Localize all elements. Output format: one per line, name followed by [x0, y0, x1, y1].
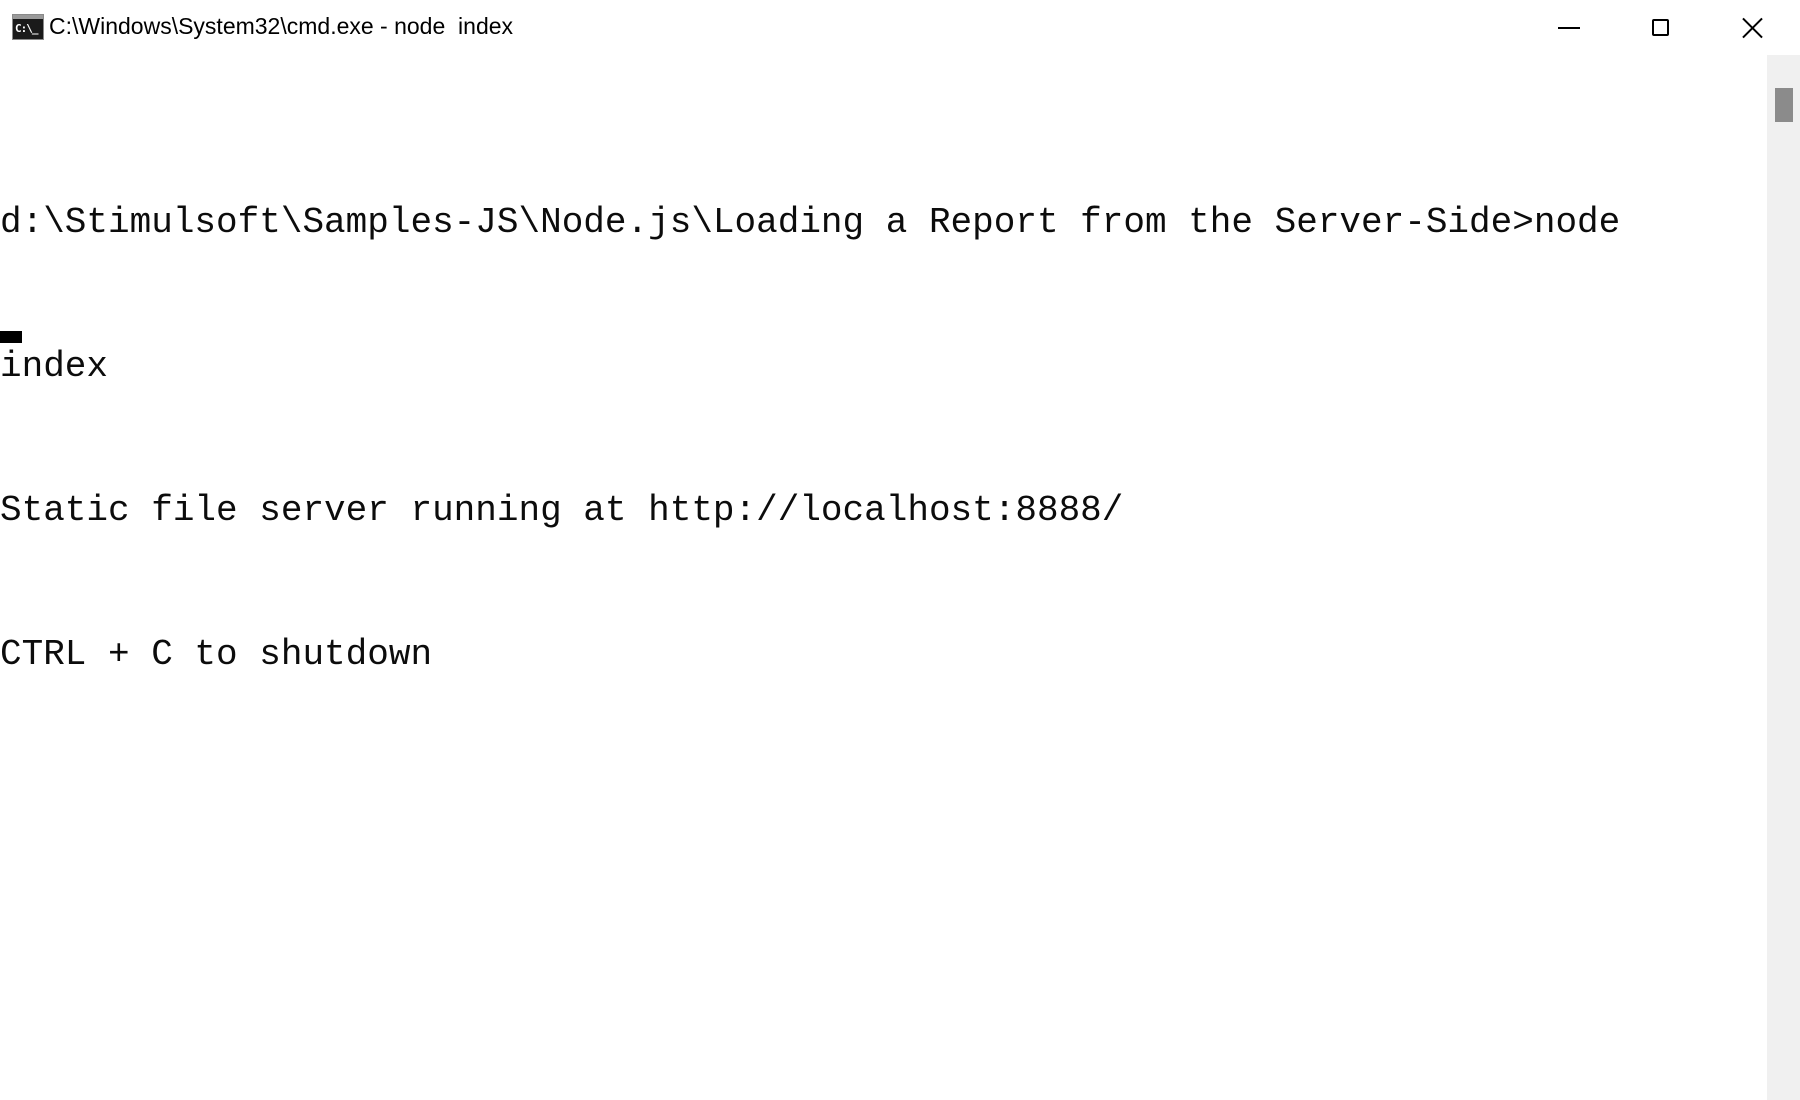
cmd-icon[interactable]: C:\_: [12, 14, 44, 40]
console-line: index: [0, 346, 109, 387]
console-line: Static file server running at http://loc…: [0, 490, 1124, 531]
console-output[interactable]: d:\Stimulsoft\Samples-JS\Node.js\Loading…: [0, 55, 1767, 1100]
console-line: d:\Stimulsoft\Samples-JS\Node.js\Loading…: [0, 202, 1621, 243]
maximize-icon: [1651, 19, 1669, 36]
maximize-button[interactable]: [1614, 0, 1706, 55]
scrollbar-thumb[interactable]: [1775, 88, 1793, 122]
minimize-button[interactable]: [1523, 0, 1615, 55]
cmd-icon-glyph: C:\_: [15, 22, 38, 35]
close-button[interactable]: [1706, 0, 1798, 55]
console-line: CTRL + C to shutdown: [0, 634, 433, 675]
text-cursor: [0, 331, 22, 343]
close-icon: [1741, 17, 1763, 39]
window-title: C:\Windows\System32\cmd.exe - node index: [49, 13, 514, 39]
title-bar[interactable]: C:\_ C:\Windows\System32\cmd.exe - node …: [0, 0, 1800, 55]
cmd-icon-bar: [13, 15, 43, 19]
vertical-scrollbar[interactable]: [1767, 55, 1800, 1100]
minimize-icon: [1558, 26, 1580, 29]
console-text: d:\Stimulsoft\Samples-JS\Node.js\Loading…: [0, 103, 1620, 775]
